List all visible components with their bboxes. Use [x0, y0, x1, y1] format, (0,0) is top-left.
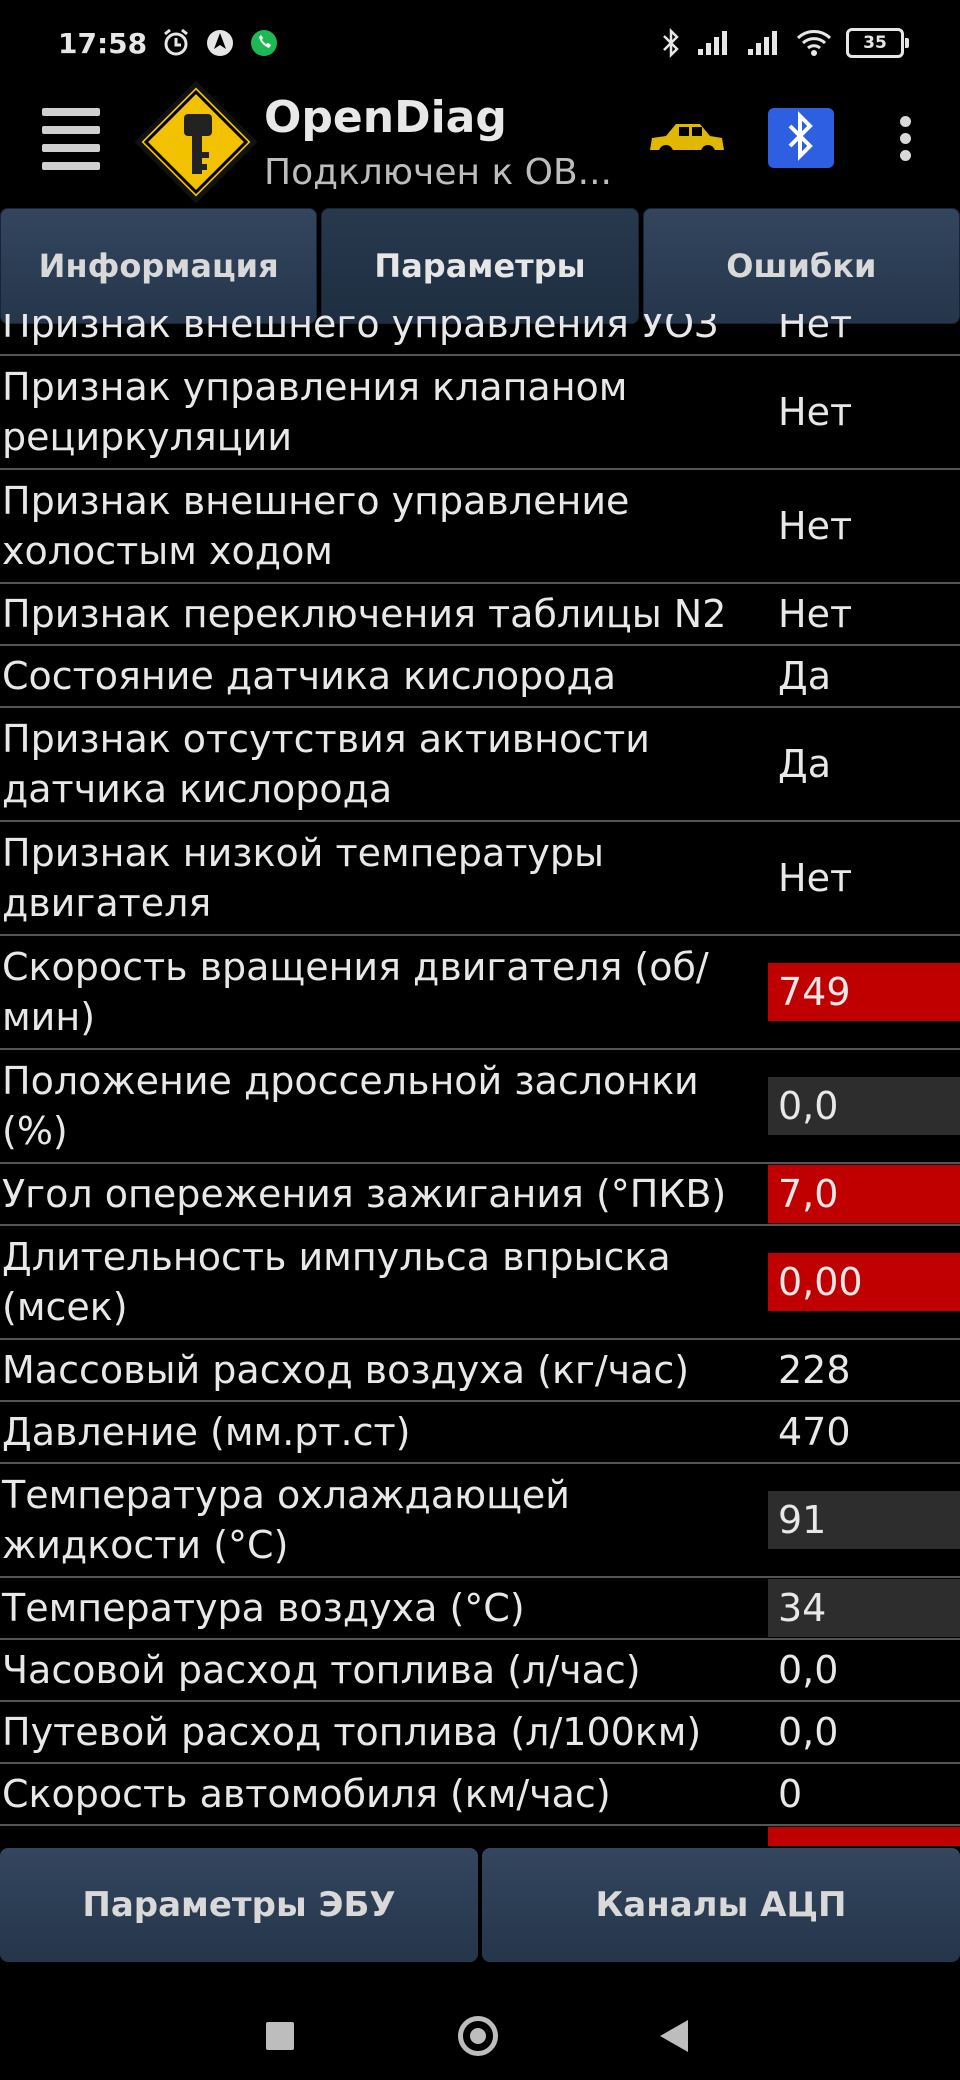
tab-errors[interactable]: Ошибки [642, 208, 960, 324]
overflow-dot [900, 133, 911, 144]
parameter-value: Да [778, 742, 831, 786]
tab-parameters[interactable]: Параметры [321, 208, 639, 324]
parameter-row[interactable]: Давление (мм.рт.ст) 470 [0, 1402, 960, 1464]
menu-button[interactable] [42, 106, 100, 170]
parameter-name: Угол опережения зажигания (°ПКВ) [2, 1172, 727, 1216]
parameter-name: Путевой расход топлива (л/100км) [2, 1710, 702, 1754]
parameter-name: Положение дроссельной заслонки (%) [2, 1059, 699, 1153]
alarm-icon [161, 28, 191, 58]
status-bar-right: 35 [660, 27, 909, 59]
app-logo-icon [134, 80, 258, 204]
navigation-icon [205, 28, 235, 58]
parameter-row[interactable]: Путевой расход топлива (л/100км) 0,0 [0, 1702, 960, 1764]
parameter-list[interactable]: Признак внешнего управления УОЗ Нет Призна… [0, 314, 960, 1846]
parameter-name: Признак низкой температуры двигателя [2, 831, 605, 925]
recents-square-icon[interactable] [266, 2022, 294, 2050]
parameter-value: 91 [768, 1491, 960, 1549]
parameter-value: 470 [778, 1410, 851, 1454]
parameter-row[interactable]: Угол опережения зажигания (°ПКВ) 7,0 [0, 1164, 960, 1226]
parameter-row[interactable]: Скорость автомобиля (км/час) 0 [0, 1764, 960, 1826]
wifi-icon [796, 29, 832, 57]
parameter-name: Признак отсутствия активности датчика ки… [2, 717, 651, 811]
parameter-value: Нет [778, 504, 853, 548]
status-bar-left: 17:58 [58, 27, 279, 60]
system-nav-bar [0, 1962, 960, 2080]
parameter-row[interactable]: Состояние датчика кислорода Да [0, 646, 960, 708]
parameter-value: 7,0 [768, 1165, 960, 1223]
parameter-name: Длительность импульса впрыска (мсек) [2, 1235, 671, 1329]
parameter-value: 0 [778, 1772, 803, 1816]
parameter-row[interactable]: Массовый расход воздуха (кг/час) 228 [0, 1340, 960, 1402]
parameter-value: Нет [778, 390, 853, 434]
parameter-row[interactable]: Признак низкой температуры двигателя Нет [0, 822, 960, 936]
app-bar: OpenDiag Подключен к OB... [0, 80, 960, 206]
parameter-name: Массовый расход воздуха (кг/час) [2, 1348, 690, 1392]
phone-call-icon [249, 28, 279, 58]
tab-information[interactable]: Информация [0, 208, 318, 324]
parameter-value: 228 [778, 1348, 851, 1392]
bluetooth-elm-icon[interactable] [766, 106, 836, 170]
parameter-value: 749 [768, 963, 960, 1021]
parameter-name: Давление (мм.рт.ст) [2, 1410, 411, 1454]
tab-bar: Информация Параметры Ошибки [0, 208, 960, 324]
parameter-row[interactable]: Признак внешнего управление холостым ход… [0, 470, 960, 584]
status-time: 17:58 [58, 26, 148, 60]
parameter-row[interactable]: Длительность импульса впрыска (мсек) 0,00 [0, 1226, 960, 1340]
parameter-row[interactable]: Признак отсутствия активности датчика ки… [0, 708, 960, 822]
overflow-menu-button[interactable] [890, 114, 922, 164]
parameter-value: Нет [778, 856, 853, 900]
bottom-button-bar: Параметры ЭБУ Каналы АЦП [0, 1848, 960, 1962]
parameter-list-inner: Признак внешнего управления УОЗ Нет Призна… [0, 314, 960, 1846]
parameter-name: Температура воздуха (°C) [2, 1586, 525, 1630]
menu-icon-bar [42, 108, 100, 116]
overflow-dot [900, 116, 911, 127]
bluetooth-icon [660, 27, 682, 59]
parameter-row[interactable]: Положение дроссельной заслонки (%) 0,0 [0, 1050, 960, 1164]
parameter-value: 0,0 [768, 1077, 960, 1135]
parameter-row[interactable]: Признак управления клапаном рециркуляции… [0, 356, 960, 470]
parameter-value [768, 1827, 960, 1846]
parameter-value: Да [778, 654, 831, 698]
car-icon[interactable] [646, 114, 726, 166]
parameter-row[interactable]: Температура воздуха (°C) 34 [0, 1578, 960, 1640]
parameter-row[interactable]: Признак внешнего управления УОЗ Нет [0, 314, 960, 356]
adc-channels-button[interactable]: Каналы АЦП [482, 1848, 960, 1962]
app-title: OpenDiag [264, 92, 507, 143]
parameter-row[interactable]: Часовой расход топлива (л/час) 0,0 [0, 1640, 960, 1702]
menu-icon-bar [42, 144, 100, 152]
parameter-value: Нет [778, 592, 853, 636]
parameter-name: Признак управления клапаном рециркуляции [2, 365, 628, 459]
parameter-name: Признак внешнего управление холостым ход… [2, 479, 630, 573]
parameter-row[interactable]: Температура охлаждающей жидкости (°C) 91 [0, 1464, 960, 1578]
parameter-name: Состояние датчика кислорода [2, 654, 617, 698]
parameter-name: Скорость автомобиля (км/час) [2, 1772, 611, 1816]
status-bar: 17:58 35 [0, 0, 960, 86]
parameter-name: Признак внешнего управления УОЗ [2, 314, 719, 346]
parameter-value: 0,0 [778, 1648, 839, 1692]
ecu-parameters-button[interactable]: Параметры ЭБУ [0, 1848, 478, 1962]
menu-icon-bar [42, 162, 100, 170]
signal-icon [746, 29, 782, 57]
parameter-name: Скорость вращения двигателя (об/мин) [2, 945, 709, 1039]
overflow-dot [900, 150, 911, 161]
parameter-value: 34 [768, 1579, 960, 1637]
connection-status: Подключен к OB... [264, 152, 612, 193]
parameter-name: Температура охлаждающей жидкости (°C) [2, 1473, 570, 1567]
parameter-name: Признак переключения таблицы N2 [2, 592, 727, 636]
home-circle-icon[interactable] [458, 2016, 498, 2056]
menu-icon-bar [42, 126, 100, 134]
battery-icon: 35 [846, 28, 909, 58]
parameter-name: Часовой расход топлива (л/час) [2, 1648, 641, 1692]
parameter-value: 0,0 [778, 1710, 839, 1754]
parameter-row[interactable]: Признак переключения таблицы N2 Нет [0, 584, 960, 646]
parameter-value: 0,00 [768, 1253, 960, 1311]
parameter-value: Нет [778, 314, 853, 346]
signal-icon [696, 29, 732, 57]
back-triangle-icon[interactable] [660, 2020, 688, 2052]
parameter-row[interactable]: Скорость вращения двигателя (об/мин) 749 [0, 936, 960, 1050]
parameter-row[interactable] [0, 1826, 960, 1846]
